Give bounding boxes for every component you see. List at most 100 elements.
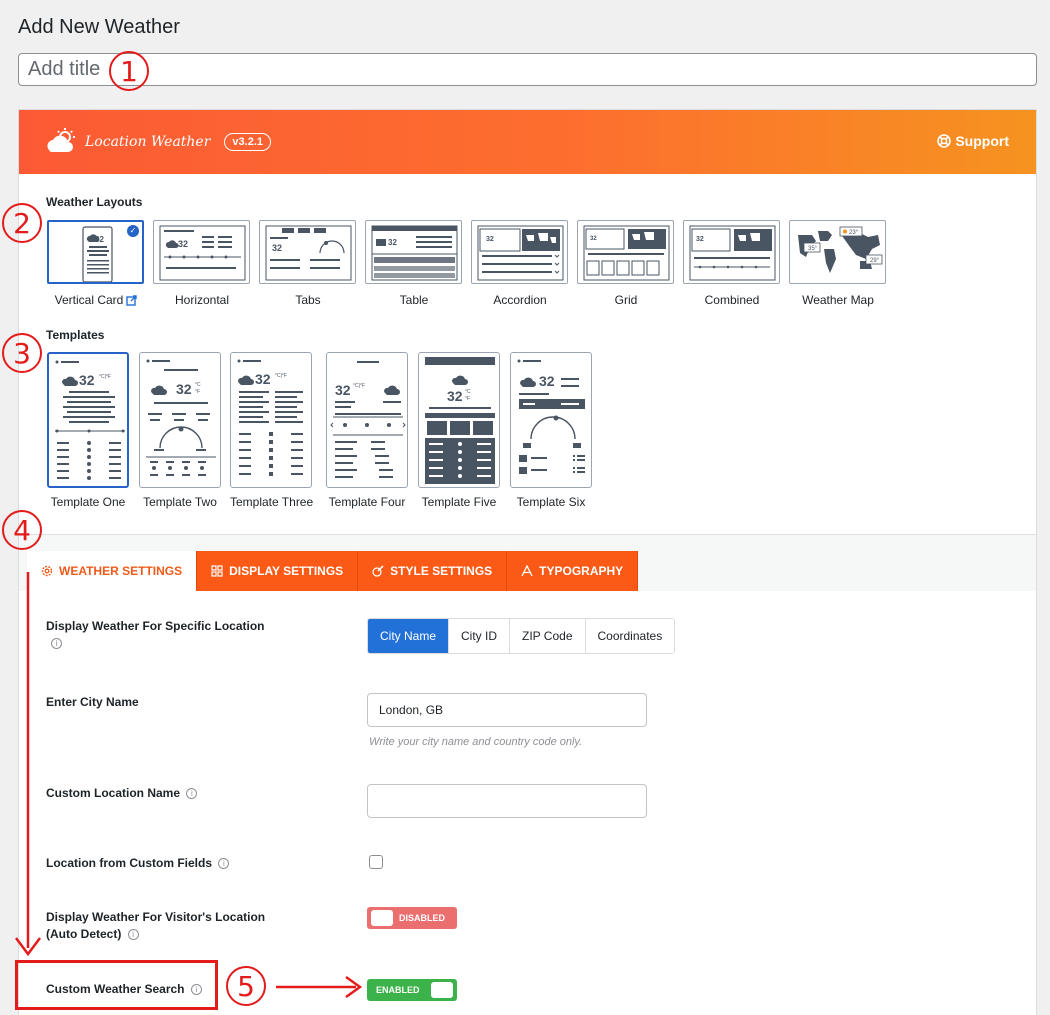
template-six[interactable]: 32 Template Six (510, 352, 592, 509)
info-icon[interactable]: i (218, 858, 230, 870)
brand: Location Weather v3.2.1 (45, 128, 272, 156)
tab-style-settings[interactable]: STYLE SETTINGS (358, 551, 508, 591)
info-icon[interactable]: i (186, 788, 198, 800)
layout-temp-text: 32 (178, 239, 188, 249)
layout-grid[interactable]: 32 Grid (577, 220, 675, 307)
settings-tabs: WEATHER SETTINGS DISPLAY SETTINGS STYLE … (27, 551, 639, 591)
external-link-icon[interactable] (126, 294, 138, 306)
template-four[interactable]: 32 °C|°F Template Four (326, 352, 408, 509)
tab-typography[interactable]: TYPOGRAPHY (507, 551, 639, 591)
template-deg-text: °C|°F (353, 383, 365, 389)
city-name-input[interactable] (367, 693, 647, 727)
layout-thumb: 32 (471, 220, 568, 284)
custom-fields-label-text: Location from Custom Fields (46, 856, 213, 870)
grid-icon (211, 565, 223, 577)
visitor-location-label-line2: (Auto Detect) (46, 927, 122, 941)
title-input[interactable] (18, 53, 1037, 86)
layout-label: Horizontal (174, 293, 230, 307)
layout-vertical-card[interactable]: 32 ✓ Vertical Card (47, 220, 145, 307)
template-label: Template Four (328, 495, 406, 509)
annotation-marker-5: 5 (226, 966, 266, 1006)
template-deg-text: °F (465, 396, 470, 402)
template-temp-text: 32 (335, 382, 351, 398)
template-thumb: 32 °C|°F (326, 352, 408, 488)
template-label: Template One (50, 495, 126, 509)
layout-combined[interactable]: 32 Combined (683, 220, 781, 307)
page-title: Add New Weather (18, 16, 180, 38)
template-thumb: 32 °C|°F (47, 352, 129, 488)
map-temp-text: 29° (870, 258, 880, 264)
template-temp-text: 32 (176, 381, 192, 397)
tab-display-settings[interactable]: DISPLAY SETTINGS (197, 551, 359, 591)
annotation-highlight-box (15, 960, 218, 1010)
cloud-sun-logo-icon (47, 128, 75, 152)
template-one[interactable]: 32 °C|°F Template One (47, 352, 129, 509)
template-label: Template Three (230, 495, 314, 509)
toggle-state: ENABLED (376, 985, 420, 995)
info-icon[interactable]: i (51, 638, 62, 650)
custom-fields-checkbox[interactable] (369, 855, 383, 869)
template-deg-text: °C (195, 382, 201, 388)
layout-temp-text: 32 (95, 235, 104, 244)
template-five[interactable]: 32 °C °F Template Five (418, 352, 500, 509)
version-badge: v3.2.1 (224, 133, 272, 151)
tab-label: DISPLAY SETTINGS (229, 564, 344, 578)
layout-thumb: 32 (577, 220, 674, 284)
layout-tabs[interactable]: 32 Tabs (259, 220, 357, 307)
tab-label: TYPOGRAPHY (539, 564, 624, 578)
selected-check-icon: ✓ (127, 225, 139, 237)
layout-weather-map[interactable]: 23° 35° 29° Weather Map (789, 220, 887, 307)
support-link[interactable]: Support (937, 133, 1009, 149)
template-thumb: 32 °C|°F (230, 352, 312, 488)
layout-temp-text: 32 (696, 236, 704, 243)
template-deg-text: °F (195, 389, 200, 395)
gear-icon (41, 565, 53, 577)
location-type-label-text: Display Weather For Specific Location (46, 619, 265, 633)
tab-weather-settings[interactable]: WEATHER SETTINGS (27, 551, 198, 591)
plugin-header: Location Weather v3.2.1 Support (19, 110, 1036, 174)
custom-location-name-input[interactable] (367, 784, 647, 818)
template-three[interactable]: 32 °C|°F Template Three (230, 352, 313, 509)
custom-fields-label: Location from Custom Fields i (46, 855, 230, 872)
visitor-location-label-line1: Display Weather For Visitor's Location (46, 910, 266, 924)
location-type-label: Display Weather For Specific Location i (46, 618, 265, 652)
template-label: Template Two (143, 495, 217, 509)
layout-temp-text: 32 (388, 238, 397, 247)
city-name-help: Write your city name and country code on… (369, 736, 583, 748)
lifebuoy-icon (937, 134, 952, 148)
layout-table[interactable]: 32 Table (365, 220, 463, 307)
template-label: Template Six (516, 495, 586, 509)
layout-thumb: 23° 35° 29° (789, 220, 886, 284)
weather-settings-panel: Location Weather v3.2.1 Support Weather … (18, 109, 1037, 1015)
brush-icon (372, 565, 384, 577)
layout-thumb: 32 (153, 220, 250, 284)
template-deg-text: °C|°F (275, 373, 287, 379)
custom-search-toggle[interactable]: ENABLED (367, 979, 457, 1001)
city-name-label: Enter City Name (46, 695, 139, 709)
layout-label: Tabs (295, 293, 321, 307)
layout-label: Weather Map (802, 293, 874, 307)
option-zip-code[interactable]: ZIP Code (510, 619, 586, 653)
layout-label: Grid (614, 293, 638, 307)
layout-label: Combined (704, 293, 760, 307)
template-label: Template Five (421, 495, 497, 509)
option-city-name[interactable]: City Name (368, 619, 450, 653)
option-city-id[interactable]: City ID (449, 619, 511, 653)
layout-thumb: 32 (365, 220, 462, 284)
settings-area: WEATHER SETTINGS DISPLAY SETTINGS STYLE … (19, 534, 1036, 1015)
template-temp-text: 32 (539, 373, 555, 389)
tab-label: STYLE SETTINGS (390, 564, 493, 578)
template-thumb: 32 (510, 352, 592, 488)
custom-location-name-label: Custom Location Name i (46, 785, 198, 802)
template-thumb: 32 °C °F (418, 352, 500, 488)
template-two[interactable]: 32 °C °F Template Two (139, 352, 221, 509)
template-temp-text: 32 (255, 371, 271, 387)
option-coordinates[interactable]: Coordinates (585, 619, 675, 653)
layout-temp-text: 32 (272, 243, 282, 253)
info-icon[interactable]: i (127, 929, 139, 941)
layout-accordion[interactable]: 32 Accordion (471, 220, 569, 307)
layout-horizontal[interactable]: 32 Horizontal (153, 220, 251, 307)
visitor-location-toggle[interactable]: DISABLED (367, 907, 457, 929)
brand-name: Location Weather (85, 134, 211, 150)
layout-temp-text: 32 (590, 236, 597, 242)
